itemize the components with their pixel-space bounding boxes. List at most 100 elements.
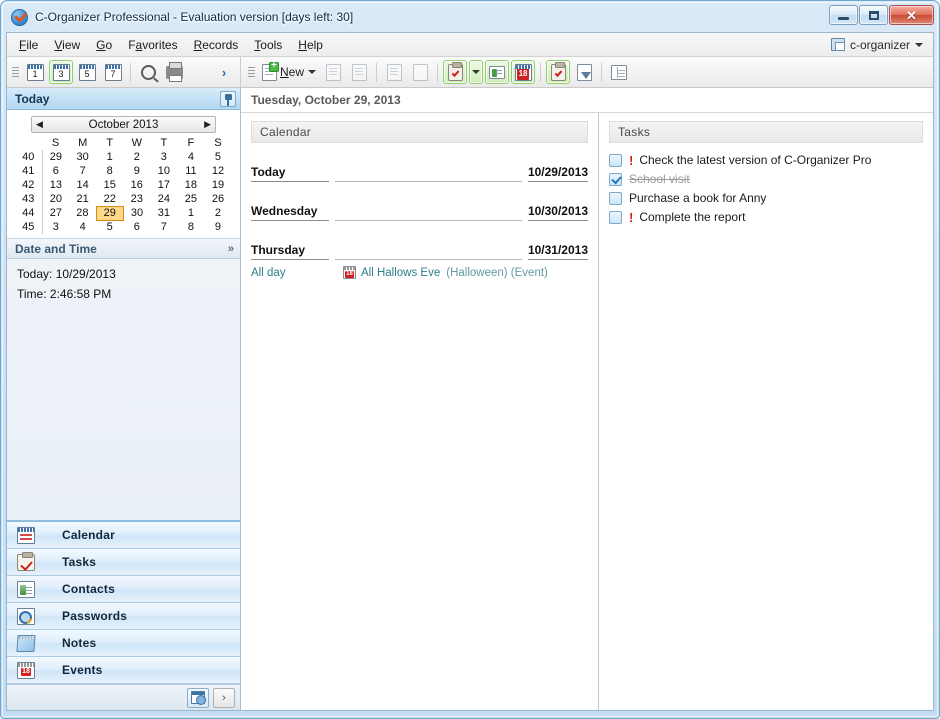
filter-button[interactable] [572, 60, 596, 84]
mini-calendar-day[interactable]: 19 [204, 178, 231, 192]
task-checkbox[interactable] [609, 153, 622, 167]
menu-favorites[interactable]: Favorites [120, 35, 185, 55]
prev-month-button[interactable]: ◀ [36, 120, 43, 129]
profile-selector[interactable]: c-organizer [830, 38, 929, 52]
mini-calendar-day[interactable]: 30 [69, 150, 96, 164]
mini-calendar-title[interactable]: October 2013 [89, 119, 159, 131]
edit-record-button[interactable] [321, 60, 345, 84]
toolbar-overflow-button[interactable]: › [212, 60, 236, 84]
mini-calendar-day[interactable]: 8 [96, 164, 123, 178]
mini-calendar-day[interactable]: 30 [123, 206, 150, 220]
next-month-button[interactable]: ▶ [204, 120, 211, 129]
mini-calendar-day[interactable]: 31 [150, 206, 177, 220]
mini-calendar-day[interactable]: 9 [204, 220, 231, 234]
delete-record-button[interactable] [347, 60, 371, 84]
mini-calendar-day[interactable]: 3 [150, 150, 177, 164]
sidebar-expand-button[interactable]: › [213, 687, 235, 708]
events-view-button[interactable]: 18 [511, 60, 536, 84]
mini-calendar-day[interactable]: 1 [96, 150, 123, 164]
mini-calendar-day[interactable]: 7 [69, 164, 96, 178]
mini-calendar-day[interactable]: 29 [95, 205, 124, 221]
mini-calendar-day[interactable]: 22 [96, 192, 123, 206]
mini-calendar-day[interactable]: 4 [177, 150, 204, 164]
mini-calendar-day[interactable]: 16 [123, 178, 150, 192]
sidebar-item-notes[interactable]: Notes [7, 630, 240, 657]
calendar-day-row[interactable]: Today 10/29/2013 [251, 165, 588, 182]
close-button[interactable]: ✕ [889, 5, 934, 25]
mini-calendar-day[interactable]: 2 [123, 150, 150, 164]
menu-file[interactable]: File [11, 35, 46, 55]
search-button[interactable] [136, 60, 160, 84]
note-button[interactable] [408, 60, 432, 84]
calendar-day-row[interactable]: Wednesday 10/30/2013 [251, 204, 588, 221]
mini-calendar-day[interactable]: 21 [69, 192, 96, 206]
mini-calendar-day[interactable]: 10 [150, 164, 177, 178]
new-record-button[interactable]: New [259, 60, 319, 84]
mini-calendar-day[interactable]: 1 [177, 206, 204, 220]
mini-calendar-day[interactable]: 3 [42, 220, 69, 234]
menu-go[interactable]: Go [88, 35, 120, 55]
mini-calendar-day[interactable]: 4 [69, 220, 96, 234]
datetime-section-header[interactable]: Date and Time » [7, 239, 240, 259]
mini-calendar-day[interactable]: 5 [96, 220, 123, 234]
task-checkbox[interactable] [609, 210, 622, 224]
calendar-quick-button[interactable] [187, 687, 209, 708]
toolbar-grip[interactable] [12, 63, 19, 81]
mini-calendar-day[interactable]: 5 [204, 150, 231, 164]
day-view-3-button[interactable]: 3 [49, 60, 73, 84]
print-button[interactable] [162, 60, 186, 84]
mini-calendar-day[interactable]: 9 [123, 164, 150, 178]
task-checkbox[interactable] [609, 191, 622, 205]
mini-calendar-day[interactable]: 20 [42, 192, 69, 206]
task-checkbox[interactable] [609, 172, 622, 186]
sidebar-item-contacts[interactable]: Contacts [7, 576, 240, 603]
mini-calendar-day[interactable]: 29 [42, 150, 69, 164]
tasks-dropdown-button[interactable] [469, 60, 484, 84]
menu-tools[interactable]: Tools [246, 35, 290, 55]
mini-calendar-day[interactable]: 8 [177, 220, 204, 234]
mini-calendar-day[interactable]: 28 [69, 206, 96, 220]
mini-calendar-day[interactable]: 25 [177, 192, 204, 206]
pin-button[interactable] [220, 90, 236, 107]
menu-view[interactable]: View [46, 35, 88, 55]
mini-calendar-day[interactable]: 27 [42, 206, 69, 220]
task-row[interactable]: ! Check the latest version of C-Organizer… [609, 153, 923, 167]
layout-button[interactable] [607, 60, 631, 84]
mini-calendar-day[interactable]: 14 [69, 178, 96, 192]
sidebar-item-events[interactable]: Events [7, 657, 240, 684]
calendar-day-row[interactable]: Thursday 10/31/2013 [251, 243, 588, 260]
task-list-button[interactable] [382, 60, 406, 84]
mini-calendar-day[interactable]: 13 [42, 178, 69, 192]
contacts-view-button[interactable] [485, 60, 510, 84]
mini-calendar-day[interactable]: 2 [204, 206, 231, 220]
task-row[interactable]: Purchase a book for Anny [609, 191, 923, 205]
calendar-event-row[interactable]: All day All Hallows Eve (Halloween) (Event… [251, 266, 588, 279]
mini-calendar-day[interactable]: 26 [204, 192, 231, 206]
menu-help[interactable]: Help [290, 35, 331, 55]
sidebar-item-passwords[interactable]: Passwords [7, 603, 240, 630]
collapse-chevron-icon[interactable]: » [228, 243, 234, 255]
day-view-5-button[interactable]: 5 [75, 60, 99, 84]
mini-calendar-day[interactable]: 6 [123, 220, 150, 234]
mini-calendar-day[interactable]: 12 [204, 164, 231, 178]
tasks-view-button[interactable] [443, 60, 468, 84]
new-task-button[interactable] [546, 60, 571, 84]
mini-calendar-day[interactable]: 18 [177, 178, 204, 192]
sidebar-item-calendar[interactable]: Calendar [7, 522, 240, 549]
maximize-button[interactable] [859, 5, 888, 25]
day-view-7-button[interactable]: 7 [101, 60, 125, 84]
sidebar-item-tasks[interactable]: Tasks [7, 549, 240, 576]
mini-calendar-day[interactable]: 15 [96, 178, 123, 192]
mini-calendar-day[interactable]: 17 [150, 178, 177, 192]
day-view-1-button[interactable]: 1 [23, 60, 47, 84]
mini-calendar-day[interactable]: 7 [150, 220, 177, 234]
task-row[interactable]: ! Complete the report [609, 210, 923, 224]
mini-calendar-day[interactable]: 24 [150, 192, 177, 206]
toolbar-grip-right[interactable] [248, 63, 255, 81]
menu-records[interactable]: Records [186, 35, 247, 55]
mini-calendar-day[interactable]: 6 [42, 164, 69, 178]
minimize-button[interactable] [829, 5, 858, 25]
mini-calendar-day[interactable]: 23 [123, 192, 150, 206]
mini-calendar-day[interactable]: 11 [177, 164, 204, 178]
task-row[interactable]: School visit [609, 172, 923, 186]
